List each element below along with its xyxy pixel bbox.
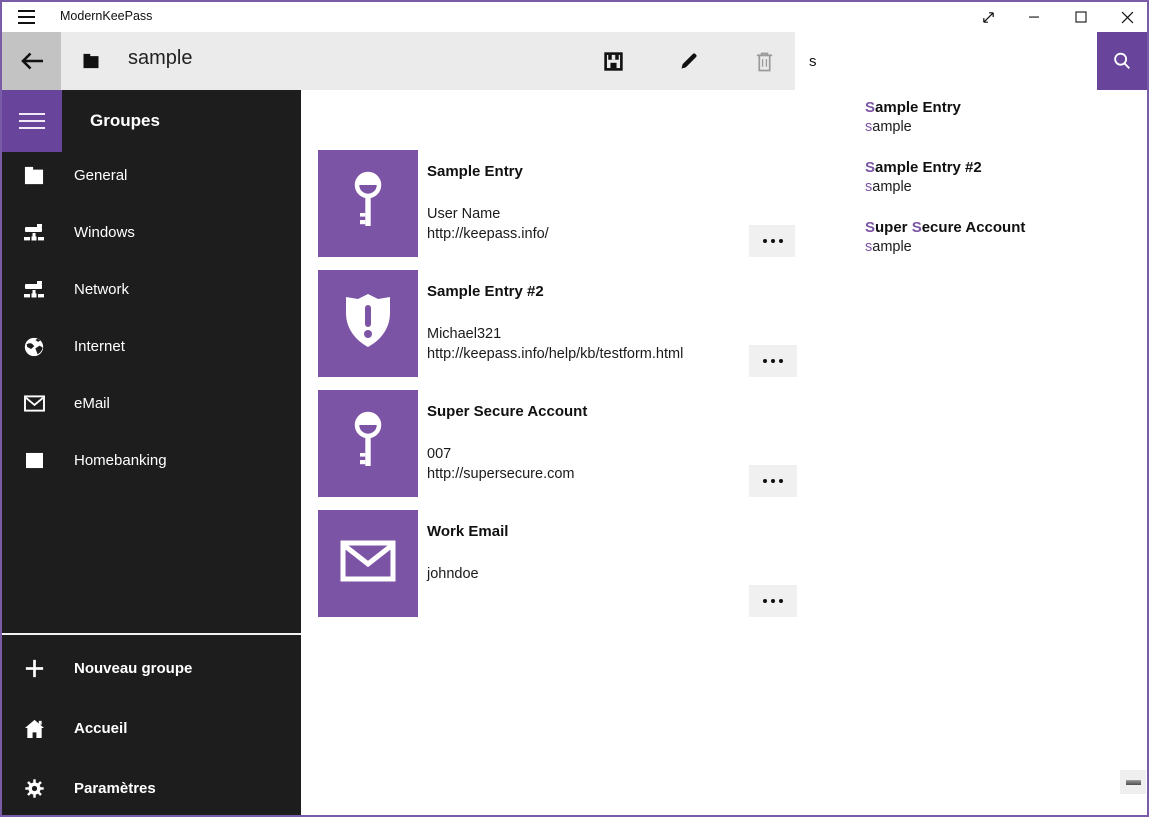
- entry-more-button[interactable]: [749, 225, 797, 257]
- close-button[interactable]: [1114, 5, 1140, 29]
- sidebar-item-network[interactable]: Network: [2, 261, 301, 318]
- search-button[interactable]: [1097, 32, 1147, 90]
- entry-tile[interactable]: [318, 510, 418, 617]
- sidebar-action-accueil[interactable]: Accueil: [2, 698, 301, 758]
- gear-icon: [20, 775, 48, 801]
- back-arrow-icon: [19, 50, 45, 72]
- search-suggestion[interactable]: Sample Entry sample: [865, 99, 1139, 145]
- save-button[interactable]: [589, 32, 637, 90]
- sidebar-item-label: eMail: [74, 395, 110, 412]
- key-icon: [348, 170, 388, 237]
- entry-details: Michael321http://keepass.info/help/kb/te…: [427, 324, 683, 364]
- entry-tile[interactable]: [318, 270, 418, 377]
- app-window: ModernKeePass sample: [0, 0, 1149, 817]
- entry-more-button[interactable]: [749, 345, 797, 377]
- sidebar-item-label: General: [74, 167, 127, 184]
- sidebar-item-label: Internet: [74, 338, 125, 355]
- suggestion-title: Super Secure Account: [865, 219, 1139, 236]
- search-input[interactable]: [795, 32, 1097, 90]
- pencil-icon: [679, 51, 699, 71]
- suggestion-subtitle: sample: [865, 179, 1139, 195]
- window-title: ModernKeePass: [60, 9, 152, 23]
- sidebar-item-internet[interactable]: Internet: [2, 318, 301, 375]
- sidebar-divider: [2, 633, 301, 635]
- sidebar-item-label: Homebanking: [74, 452, 167, 469]
- sidebar: Groupes General Windows Network Internet eMa…: [2, 90, 301, 815]
- folder-icon: [20, 163, 48, 189]
- entry-row-super-secure-account: Super Secure Account 007http://supersecur…: [301, 390, 1147, 497]
- trash-icon: [755, 51, 774, 72]
- entry-tile[interactable]: [318, 390, 418, 497]
- folder-icon: [82, 53, 100, 69]
- globe-icon: [20, 334, 48, 360]
- suggestion-title: Sample Entry: [865, 99, 1139, 116]
- suggestion-title: Sample Entry #2: [865, 159, 1139, 176]
- sidebar-item-label: Paramètres: [74, 780, 156, 797]
- entry-tile[interactable]: [318, 150, 418, 257]
- hamburger-icon: [19, 113, 45, 130]
- search-suggestions: Sample EntrysampleSample Entry #2sampleS…: [795, 90, 1147, 290]
- title-bar: ModernKeePass: [2, 2, 1147, 32]
- entry-title: Sample Entry: [427, 163, 523, 180]
- shield-alert-icon: [343, 293, 393, 354]
- search-icon: [1111, 50, 1133, 72]
- entry-details: johndoe: [427, 564, 479, 584]
- entry-title: Work Email: [427, 523, 508, 540]
- entry-details: User Namehttp://keepass.info/: [427, 204, 549, 244]
- network-icon: [20, 277, 48, 303]
- sidebar-item-general[interactable]: General: [2, 147, 301, 204]
- sidebar-groups: General Windows Network Internet eMail Homeba…: [2, 147, 301, 489]
- sidebar-item-label: Nouveau groupe: [74, 660, 192, 677]
- sidebar-action-param-tres[interactable]: Paramètres: [2, 758, 301, 817]
- sidebar-actions: Nouveau groupe Accueil Paramètres: [2, 638, 301, 817]
- square-icon: [20, 448, 48, 474]
- maximize-icon: [1075, 11, 1087, 23]
- search-suggestion[interactable]: Sample Entry #2 sample: [865, 159, 1139, 205]
- maximize-button[interactable]: [1068, 5, 1094, 29]
- sidebar-hamburger-button[interactable]: [2, 90, 62, 152]
- fullscreen-toggle-button[interactable]: [975, 5, 1001, 29]
- entry-more-button[interactable]: [749, 465, 797, 497]
- search-box: [795, 32, 1097, 90]
- mail-tile-icon: [340, 540, 396, 587]
- titlebar-hamburger-icon[interactable]: [18, 10, 35, 24]
- entry-title: Sample Entry #2: [427, 283, 544, 300]
- sidebar-item-homebanking[interactable]: Homebanking: [2, 432, 301, 489]
- minus-icon: [1126, 780, 1141, 785]
- mail-icon: [20, 391, 48, 417]
- sidebar-item-email[interactable]: eMail: [2, 375, 301, 432]
- entry-details: 007http://supersecure.com: [427, 444, 575, 484]
- main-content: Sample Entry User Namehttp://keepass.info…: [301, 90, 1147, 815]
- back-button[interactable]: [2, 32, 61, 90]
- sidebar-item-label: Accueil: [74, 720, 127, 737]
- sidebar-item-label: Network: [74, 281, 129, 298]
- edit-button[interactable]: [665, 32, 713, 90]
- suggestion-subtitle: sample: [865, 119, 1139, 135]
- suggestion-subtitle: sample: [865, 239, 1139, 255]
- key-icon: [348, 410, 388, 477]
- minimize-icon: [1028, 11, 1040, 23]
- entry-row-work-email: Work Email johndoe: [301, 510, 1147, 617]
- entry-more-button[interactable]: [749, 585, 797, 617]
- search-suggestion[interactable]: Super Secure Account sample: [865, 219, 1139, 265]
- plus-icon: [20, 655, 48, 681]
- home-icon: [20, 715, 48, 741]
- database-title: sample: [128, 47, 192, 70]
- sidebar-item-windows[interactable]: Windows: [2, 204, 301, 261]
- diagonal-resize-icon: [981, 10, 996, 25]
- zoom-out-button[interactable]: [1120, 770, 1146, 794]
- sidebar-action-nouveau-groupe[interactable]: Nouveau groupe: [2, 638, 301, 698]
- command-bar: sample: [2, 32, 1147, 90]
- entry-title: Super Secure Account: [427, 403, 587, 420]
- sidebar-item-label: Windows: [74, 224, 135, 241]
- delete-button[interactable]: [740, 32, 788, 90]
- close-icon: [1121, 11, 1134, 24]
- network-icon: [20, 220, 48, 246]
- save-icon: [603, 51, 624, 72]
- sidebar-heading: Groupes: [90, 111, 160, 131]
- minimize-button[interactable]: [1021, 5, 1047, 29]
